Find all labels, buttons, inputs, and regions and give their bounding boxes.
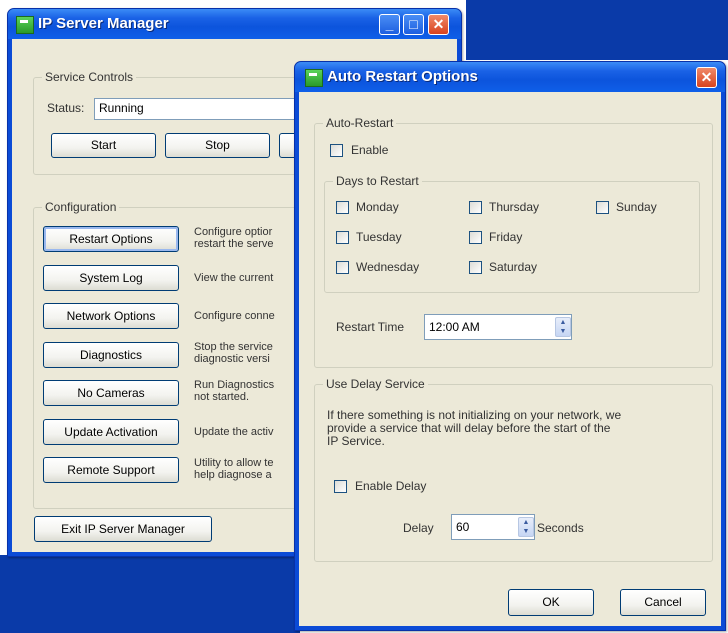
dialog-client-area: Auto-Restart Enable Days to Restart Mond… (299, 92, 721, 626)
description-line: Update the activ (194, 426, 274, 438)
description-line: Run Diagnostics (194, 379, 275, 391)
wednesday-checkbox[interactable] (336, 261, 349, 274)
description-line: help diagnose a (194, 469, 272, 481)
enable-checkbox[interactable] (330, 144, 343, 157)
system-log-description: View the current (194, 272, 304, 284)
delay-label: Delay (403, 521, 434, 535)
no-cameras-button[interactable]: No Cameras (43, 380, 179, 406)
minimize-icon[interactable]: _ (379, 14, 400, 35)
ok-button[interactable]: OK (508, 589, 594, 616)
saturday-checkbox[interactable] (469, 261, 482, 274)
saturday-label: Saturday (489, 260, 538, 274)
days-to-restart-group: Days to Restart Monday Tuesday Wednesday… (324, 174, 700, 293)
app-icon (16, 16, 34, 34)
system-log-button[interactable]: System Log (43, 265, 179, 291)
close-icon[interactable]: ✕ (696, 67, 717, 88)
days-to-restart-label: Days to Restart (333, 174, 422, 188)
stop-button[interactable]: Stop (165, 133, 270, 158)
friday-checkbox[interactable] (469, 231, 482, 244)
start-button[interactable]: Start (51, 133, 156, 158)
enable-delay-label: Enable Delay (355, 479, 427, 493)
description-line: View the current (194, 272, 274, 284)
main-titlebar[interactable]: IP Server Manager _ □ ✕ (8, 9, 461, 39)
sunday-label: Sunday (616, 200, 657, 214)
network-options-button[interactable]: Network Options (43, 303, 179, 329)
thursday-label: Thursday (489, 200, 540, 214)
desktop-background (0, 555, 300, 633)
app-icon (305, 69, 323, 87)
remote-support-button[interactable]: Remote Support (43, 457, 179, 483)
close-icon[interactable]: ✕ (428, 14, 449, 35)
exit-ip-server-manager-button[interactable]: Exit IP Server Manager (34, 516, 212, 542)
network-options-description: Configure conne (194, 310, 304, 322)
delay-service-info: If there something is not initializing o… (327, 409, 707, 448)
configuration-label: Configuration (42, 200, 120, 214)
description-line: restart the serve (194, 238, 274, 250)
no-cameras-description: Run Diagnostics not started. (194, 379, 304, 403)
dialog-title: Auto Restart Options (327, 68, 478, 85)
delay-service-label: Use Delay Service (323, 377, 428, 391)
update-activation-description: Update the activ (194, 426, 304, 438)
auto-restart-options-dialog: Auto Restart Options ✕ Auto-Restart Enab… (294, 61, 726, 631)
desktop-background (466, 0, 728, 60)
restart-options-button[interactable]: Restart Options (43, 226, 179, 252)
seconds-label: Seconds (537, 521, 584, 535)
friday-label: Friday (489, 230, 523, 244)
description-line: Configure conne (194, 310, 275, 322)
tuesday-checkbox[interactable] (336, 231, 349, 244)
diagnostics-description: Stop the service diagnostic versi (194, 341, 304, 365)
description-line: Utility to allow te (194, 457, 274, 469)
description-line: Stop the service (194, 341, 273, 353)
info-line: provide a service that will delay before… (327, 421, 611, 435)
cancel-button[interactable]: Cancel (620, 589, 706, 616)
description-line: not started. (194, 391, 250, 403)
main-window-title: IP Server Manager (38, 15, 169, 32)
dialog-titlebar[interactable]: Auto Restart Options ✕ (295, 62, 725, 92)
status-label: Status: (47, 101, 85, 115)
enable-delay-checkbox[interactable] (334, 480, 347, 493)
remote-support-description: Utility to allow te help diagnose a (194, 457, 304, 481)
delay-spinner[interactable]: ▲ ▼ (518, 517, 534, 537)
service-controls-label: Service Controls (42, 70, 137, 84)
delay-service-group: Use Delay Service If there something is … (314, 377, 713, 562)
restart-time-spinner[interactable]: ▲ ▼ (555, 317, 571, 337)
diagnostics-button[interactable]: Diagnostics (43, 342, 179, 368)
description-line: diagnostic versi (194, 353, 270, 365)
monday-checkbox[interactable] (336, 201, 349, 214)
wednesday-label: Wednesday (356, 260, 420, 274)
maximize-icon[interactable]: □ (403, 14, 424, 35)
auto-restart-group: Auto-Restart Enable Days to Restart Mond… (314, 116, 713, 368)
description-line: Configure optior (194, 226, 273, 238)
restart-time-label: Restart Time (336, 320, 405, 334)
restart-options-description: Configure optior restart the serve (194, 226, 304, 250)
monday-label: Monday (356, 200, 399, 214)
thursday-checkbox[interactable] (469, 201, 482, 214)
info-line: IP Service. (327, 434, 385, 448)
tuesday-label: Tuesday (356, 230, 402, 244)
update-activation-button[interactable]: Update Activation (43, 419, 179, 445)
auto-restart-label: Auto-Restart (323, 116, 397, 130)
sunday-checkbox[interactable] (596, 201, 609, 214)
restart-time-field[interactable]: 12:00 AM (424, 314, 572, 340)
enable-label: Enable (351, 143, 389, 157)
